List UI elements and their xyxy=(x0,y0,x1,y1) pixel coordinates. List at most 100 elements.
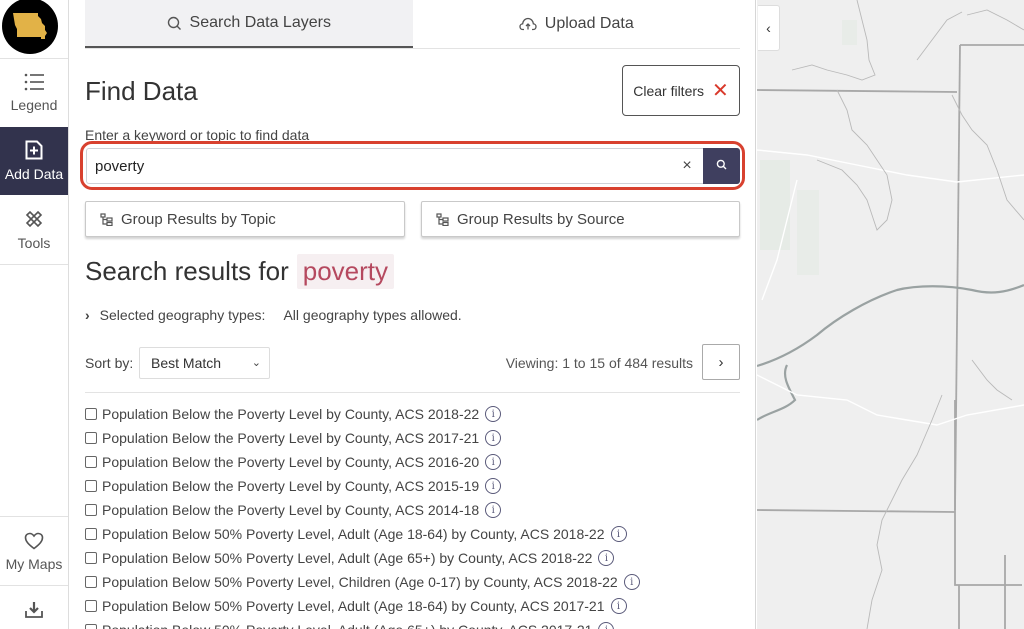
result-item[interactable]: Population Below 50% Poverty Level, Adul… xyxy=(85,546,745,570)
result-label: Population Below the Poverty Level by Co… xyxy=(102,502,480,518)
list-icon xyxy=(24,73,44,91)
result-checkbox[interactable] xyxy=(85,432,97,444)
result-label: Population Below 50% Poverty Level, Adul… xyxy=(102,526,605,542)
collapse-panel-button[interactable]: ‹ xyxy=(758,5,780,51)
group-by-source-label: Group Results by Source xyxy=(457,210,625,228)
clear-search-icon[interactable]: × xyxy=(671,157,703,175)
result-item[interactable]: Population Below the Poverty Level by Co… xyxy=(85,450,745,474)
result-label: Population Below the Poverty Level by Co… xyxy=(102,430,480,446)
chevron-left-icon: ‹ xyxy=(766,20,771,36)
result-label: Population Below 50% Poverty Level, Adul… xyxy=(102,598,605,614)
result-checkbox[interactable] xyxy=(85,480,97,492)
results-count: Viewing: 1 to 15 of 484 results xyxy=(505,355,693,371)
panel-tabs: Search Data Layers Upload Data xyxy=(85,0,740,49)
result-label: Population Below the Poverty Level by Co… xyxy=(102,406,480,422)
info-icon[interactable]: i xyxy=(598,622,615,629)
rail-item-add-data[interactable]: Add Data xyxy=(0,127,68,195)
icon-rail: Legend Add Data Tools My Maps xyxy=(0,0,69,629)
result-label: Population Below the Poverty Level by Co… xyxy=(102,454,480,470)
rail-divider xyxy=(0,516,68,517)
result-item[interactable]: Population Below 50% Poverty Level, Adul… xyxy=(85,594,745,618)
rail-item-download[interactable] xyxy=(0,588,68,629)
add-data-panel: Search Data Layers Upload Data Find Data… xyxy=(69,0,756,629)
results-heading: Search results for poverty xyxy=(85,254,395,289)
result-item[interactable]: Population Below the Poverty Level by Co… xyxy=(85,474,745,498)
search-input[interactable] xyxy=(87,149,671,183)
map-canvas xyxy=(757,0,1024,629)
group-by-topic-label: Group Results by Topic xyxy=(121,210,276,228)
chevron-right-icon[interactable]: › xyxy=(85,307,90,323)
tree-icon xyxy=(436,212,449,226)
result-checkbox[interactable] xyxy=(85,408,97,420)
group-by-source-button[interactable]: Group Results by Source xyxy=(421,201,740,237)
search-icon xyxy=(167,16,182,31)
add-file-icon xyxy=(25,140,43,160)
app-logo[interactable] xyxy=(0,0,60,55)
rail-item-tools[interactable]: Tools xyxy=(0,196,68,264)
result-list: Population Below the Poverty Level by Co… xyxy=(85,402,745,629)
info-icon[interactable]: i xyxy=(485,502,502,518)
chevron-right-icon: › xyxy=(718,353,724,371)
result-checkbox[interactable] xyxy=(85,504,97,516)
result-item[interactable]: Population Below 50% Poverty Level, Adul… xyxy=(85,522,745,546)
result-checkbox[interactable] xyxy=(85,624,97,629)
info-icon[interactable]: i xyxy=(623,574,640,590)
sort-select[interactable]: Best Match ⌄ xyxy=(139,347,270,379)
tab-upload-data[interactable]: Upload Data xyxy=(413,0,741,48)
info-icon[interactable]: i xyxy=(485,406,502,422)
geography-value: All geography types allowed. xyxy=(283,307,462,323)
info-icon[interactable]: i xyxy=(610,598,627,614)
search-button[interactable] xyxy=(703,148,740,184)
result-item[interactable]: Population Below the Poverty Level by Co… xyxy=(85,498,745,522)
rail-item-label: Tools xyxy=(17,235,51,251)
search-field: × xyxy=(86,148,740,184)
result-label: Population Below 50% Poverty Level, Chil… xyxy=(102,574,618,590)
result-item[interactable]: Population Below the Poverty Level by Co… xyxy=(85,426,745,450)
rail-item-my-maps[interactable]: My Maps xyxy=(0,520,68,584)
rail-divider xyxy=(0,264,68,265)
sort-label: Sort by: xyxy=(85,355,134,371)
result-checkbox[interactable] xyxy=(85,456,97,468)
results-heading-prefix: Search results for xyxy=(85,256,289,286)
clear-filters-button[interactable]: Clear filters ✕ xyxy=(622,65,740,116)
missouri-logo-icon xyxy=(2,0,58,54)
tab-label: Upload Data xyxy=(544,15,634,32)
result-item[interactable]: Population Below the Poverty Level by Co… xyxy=(85,402,745,426)
result-checkbox[interactable] xyxy=(85,576,97,588)
clear-filters-label: Clear filters xyxy=(633,82,705,99)
tools-icon xyxy=(24,209,44,229)
result-item[interactable]: Population Below 50% Poverty Level, Chil… xyxy=(85,570,745,594)
result-checkbox[interactable] xyxy=(85,600,97,612)
rail-item-label: Legend xyxy=(10,97,58,113)
tab-search-data-layers[interactable]: Search Data Layers xyxy=(85,0,413,48)
group-by-topic-button[interactable]: Group Results by Topic xyxy=(85,201,405,237)
info-icon[interactable]: i xyxy=(485,478,502,494)
close-icon: ✕ xyxy=(712,79,729,102)
info-icon[interactable]: i xyxy=(485,454,502,470)
cloud-upload-icon xyxy=(519,17,537,31)
rail-item-label: Add Data xyxy=(4,166,64,182)
result-checkbox[interactable] xyxy=(85,528,97,540)
rail-item-legend[interactable]: Legend xyxy=(0,59,68,127)
result-label: Population Below 50% Poverty Level, Adul… xyxy=(102,550,593,566)
next-page-button[interactable]: › xyxy=(702,344,740,380)
results-divider xyxy=(85,392,740,393)
geography-label: Selected geography types: xyxy=(99,307,266,323)
tree-icon xyxy=(100,212,113,226)
result-label: Population Below 50% Poverty Level, Adul… xyxy=(102,622,592,629)
info-icon[interactable]: i xyxy=(485,430,502,446)
sort-selected-value: Best Match xyxy=(151,355,222,371)
page-title: Find Data xyxy=(85,76,198,106)
search-term-badge: poverty xyxy=(296,254,395,289)
result-item[interactable]: Population Below 50% Poverty Level, Adul… xyxy=(85,618,745,629)
download-icon xyxy=(24,601,44,619)
search-icon xyxy=(716,157,727,175)
geography-filter[interactable]: › Selected geography types: All geograph… xyxy=(85,307,462,323)
rail-item-label: My Maps xyxy=(5,556,63,572)
result-label: Population Below the Poverty Level by Co… xyxy=(102,478,480,494)
info-icon[interactable]: i xyxy=(610,526,627,542)
chevron-down-icon: ⌄ xyxy=(251,357,261,369)
info-icon[interactable]: i xyxy=(598,550,615,566)
map-view[interactable] xyxy=(757,0,1024,629)
result-checkbox[interactable] xyxy=(85,552,97,564)
